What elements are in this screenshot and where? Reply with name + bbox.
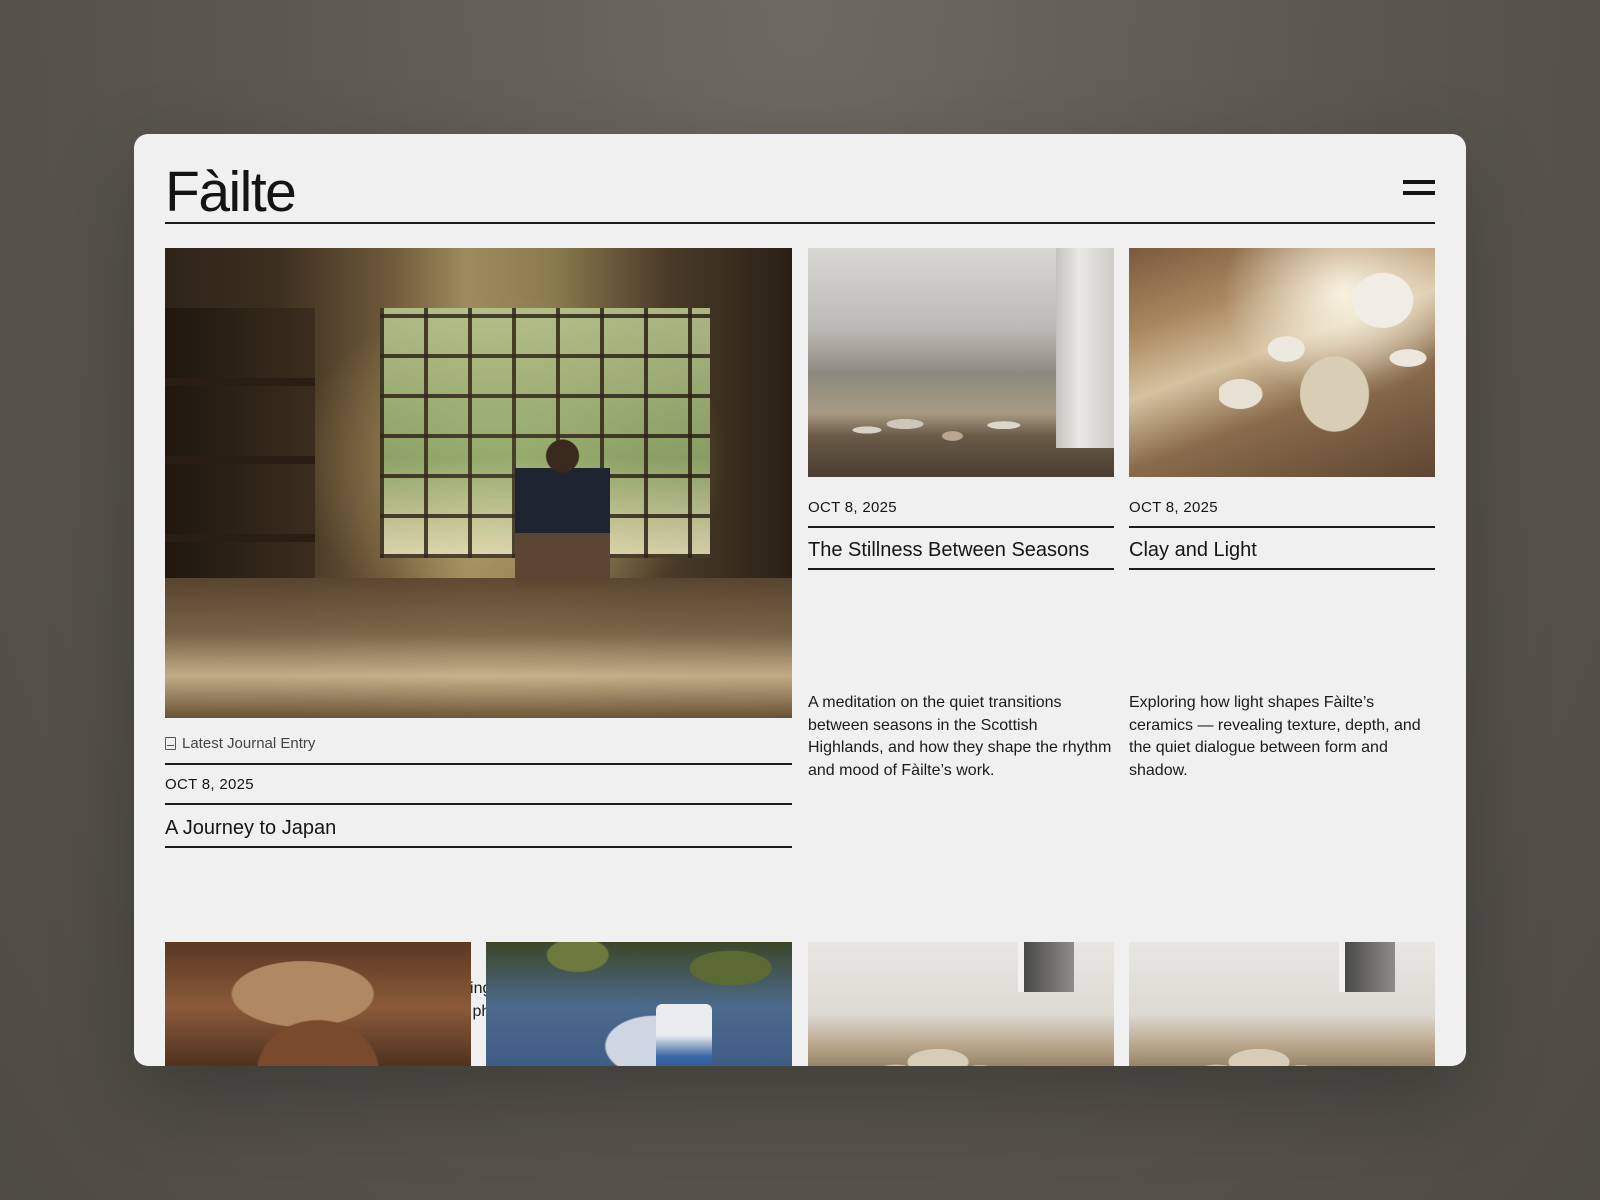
hands-wheel-image[interactable] [165,942,471,1066]
entry-tag: Latest Journal Entry [165,735,792,765]
card-description: Exploring how light shapes Fàilte’s cera… [1129,694,1421,779]
journal-card-mug[interactable] [486,942,792,1066]
dried-flowers-vases-image[interactable] [808,942,1114,1066]
card-title[interactable]: Clay and Light [1129,538,1435,570]
site-header: Fàilte [165,164,1435,224]
browser-window: Fàilte Latest Journal Entry OCT 8, 2025 … [134,134,1466,1066]
hamburger-menu-icon[interactable] [1403,180,1435,198]
entry-title[interactable]: A Journey to Japan [165,816,792,848]
menu-line-top [1403,180,1435,184]
journal-card-vases-a[interactable] [808,942,1114,1066]
dried-flowers-vases-image[interactable] [1129,942,1435,1066]
card-title[interactable]: The Stillness Between Seasons [808,538,1114,570]
seasons-vases-image[interactable] [808,248,1114,477]
book-icon [165,737,176,750]
potter-figure [515,438,610,588]
journal-card-hands[interactable] [165,942,471,1066]
brand-logo[interactable]: Fàilte [165,164,297,221]
journal-card-vases-b[interactable] [1129,942,1435,1066]
card-date: OCT 8, 2025 [808,498,1114,528]
blue-mug-image[interactable] [486,942,792,1066]
clay-pots-image[interactable] [1129,248,1435,477]
entry-tag-label: Latest Journal Entry [182,735,316,752]
japan-workshop-image[interactable] [165,248,792,718]
menu-line-bottom [1403,191,1435,195]
pottery-shelf [165,308,315,668]
card-date: OCT 8, 2025 [1129,498,1435,528]
card-description: A meditation on the quiet transitions be… [808,694,1112,779]
entry-date: OCT 8, 2025 [165,775,792,805]
